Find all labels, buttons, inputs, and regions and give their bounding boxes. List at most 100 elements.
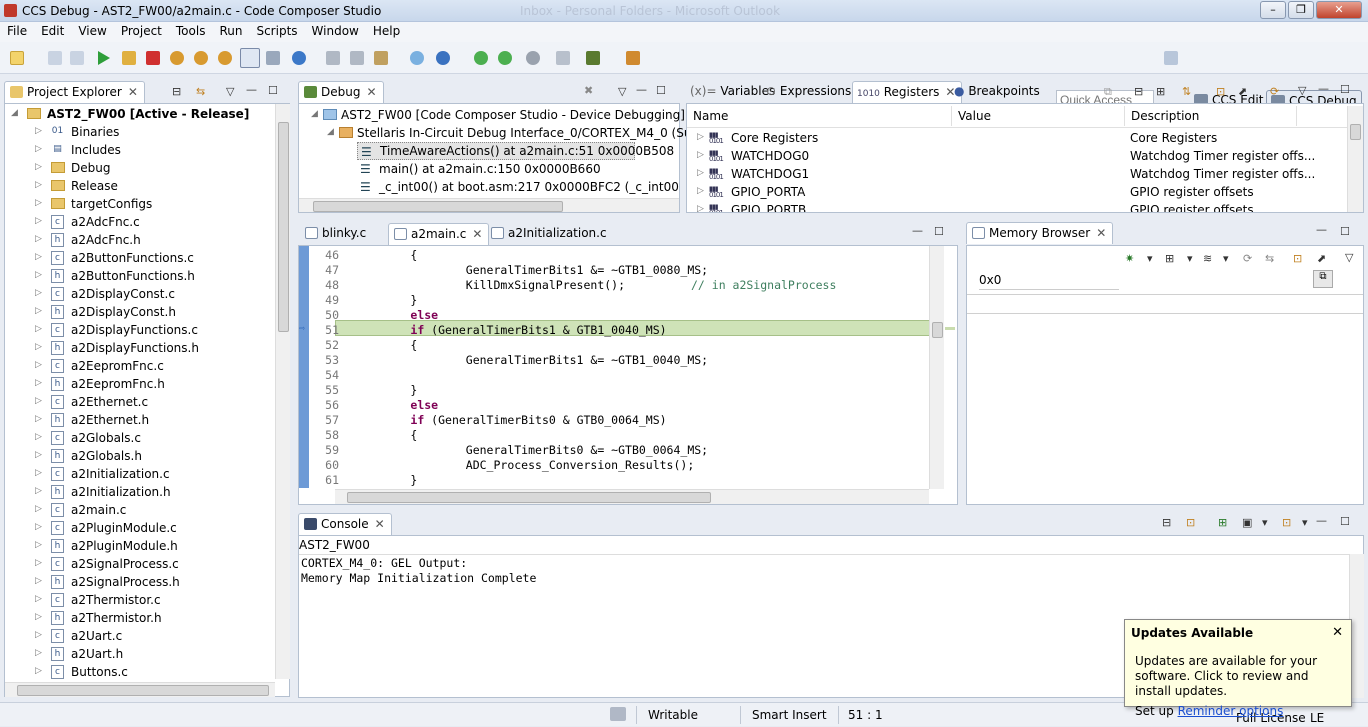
editor-vscroll[interactable]	[929, 246, 944, 489]
maximize-view-icon[interactable]: ☐	[268, 84, 278, 97]
expand-arrow-icon[interactable]: ▷	[35, 648, 43, 658]
run-icon[interactable]	[436, 51, 450, 65]
memory-import-icon[interactable]: ⊞	[1165, 252, 1174, 265]
expand-arrow-icon[interactable]: ◢	[311, 109, 319, 119]
expand-arrow-icon[interactable]: ▷	[697, 150, 704, 160]
tree-item[interactable]: ▷ c a2PluginModule.c	[5, 519, 275, 537]
tree-item[interactable]: ▷ Debug	[5, 159, 275, 177]
tree-item[interactable]: ▷ Release	[5, 177, 275, 195]
gear-icon[interactable]	[586, 51, 600, 65]
tree-item[interactable]: ▷ h a2Uart.h	[5, 645, 275, 663]
menu-edit[interactable]: Edit	[34, 22, 71, 38]
reset-icon[interactable]	[292, 51, 306, 65]
maximize-view-icon[interactable]: ☐	[1340, 515, 1350, 528]
minimize-view-icon[interactable]: —	[1318, 82, 1329, 95]
minimize-view-icon[interactable]: —	[1316, 514, 1327, 527]
hscroll-thumb[interactable]	[313, 201, 563, 212]
minimize-view-icon[interactable]: —	[1316, 223, 1327, 236]
toolbar-icon-b[interactable]: ⊟	[1134, 85, 1143, 98]
minimize-editor-icon[interactable]: —	[912, 224, 923, 237]
expand-arrow-icon[interactable]: ◢	[327, 127, 335, 137]
pin-view-icon[interactable]: ⬈	[1238, 85, 1247, 98]
tab-a2main-c[interactable]: a2main.c ✕	[388, 223, 490, 245]
tree-item[interactable]: ▷ ▤ Includes	[5, 141, 275, 159]
refresh-icon[interactable]	[498, 51, 512, 65]
memory-fill-icon[interactable]: ≋	[1203, 252, 1212, 265]
tree-item[interactable]: ▷ h a2Initialization.h	[5, 483, 275, 501]
hscroll-thumb[interactable]	[17, 685, 269, 696]
view-menu-icon[interactable]: ▽	[1298, 84, 1306, 97]
new-window-icon[interactable]: ⊡	[1216, 85, 1225, 98]
tree-item[interactable]: ▷ h a2Ethernet.h	[5, 411, 275, 429]
step-return-icon[interactable]	[218, 51, 232, 65]
tree-root[interactable]: ◢ AST2_FW00 [Active - Release]	[5, 105, 275, 123]
vscroll-thumb[interactable]	[1350, 124, 1361, 140]
tab-breakpoints[interactable]: ● Breakpoints	[950, 81, 1046, 103]
breakpoint-icon[interactable]	[350, 51, 364, 65]
expand-arrow-icon[interactable]: ▷	[35, 252, 43, 262]
tree-item[interactable]: ▷ c a2Ethernet.c	[5, 393, 275, 411]
column-description[interactable]: Description	[1125, 106, 1297, 126]
maximize-button[interactable]: ❐	[1288, 1, 1314, 19]
open-console-icon[interactable]: ⊡	[1282, 516, 1291, 529]
clear-console-icon[interactable]: ⊟	[1162, 516, 1171, 529]
maximize-view-icon[interactable]: ☐	[1340, 225, 1350, 238]
tab-memory-browser[interactable]: Memory Browser ✕	[966, 222, 1114, 244]
expand-arrow-icon[interactable]: ◢	[11, 108, 19, 118]
expand-arrow-icon[interactable]: ▷	[35, 414, 43, 424]
view-menu-icon[interactable]: ▽	[226, 85, 234, 98]
expand-arrow-icon[interactable]: ▷	[697, 186, 704, 196]
close-tab-icon[interactable]: ✕	[472, 227, 482, 241]
menu-view[interactable]: View	[71, 22, 113, 38]
expand-arrow-icon[interactable]: ▷	[35, 216, 43, 226]
tab-blinky-c[interactable]: blinky.c	[300, 223, 372, 245]
tab-registers[interactable]: 1010 Registers ✕	[852, 81, 963, 103]
dropdown-arrow-icon[interactable]: ▾	[1262, 516, 1268, 529]
menu-tools[interactable]: Tools	[169, 22, 213, 38]
tree-item[interactable]: ▷ h a2AdcFnc.h	[5, 231, 275, 249]
project-explorer-hscroll[interactable]	[5, 682, 275, 697]
menu-scripts[interactable]: Scripts	[249, 22, 304, 38]
tree-item[interactable]: ▷ c a2Uart.c	[5, 627, 275, 645]
expand-arrow-icon[interactable]: ▷	[35, 342, 43, 352]
expand-arrow-icon[interactable]: ▷	[35, 594, 43, 604]
menu-run[interactable]: Run	[212, 22, 249, 38]
close-tab-icon[interactable]: ✕	[1096, 226, 1106, 240]
expand-arrow-icon[interactable]: ▷	[697, 204, 704, 212]
tab-a2initialization-c[interactable]: a2Initialization.c	[486, 223, 613, 245]
tree-item[interactable]: ▷ c a2main.c	[5, 501, 275, 519]
expand-arrow-icon[interactable]: ▷	[697, 132, 704, 142]
tree-item[interactable]: ▷ c a2Initialization.c	[5, 465, 275, 483]
minimize-view-icon[interactable]: —	[246, 83, 257, 96]
tree-item[interactable]: ▷ h a2SignalProcess.h	[5, 573, 275, 591]
register-row[interactable]: ▷ ▮▮▮ 0101 WATCHDOG0 Watchdog Timer register…	[687, 147, 1347, 165]
resume-icon[interactable]	[98, 51, 110, 65]
close-tab-icon[interactable]: ✕	[375, 517, 385, 531]
expand-arrow-icon[interactable]: ▷	[35, 144, 43, 154]
stack-frame-1[interactable]: ☰ main() at a2main.c:150 0x0000B660	[357, 160, 679, 178]
dropdown-arrow-icon[interactable]: ▾	[1223, 252, 1229, 265]
memory-save-icon[interactable]: ✷	[1125, 252, 1134, 265]
debug-hscroll[interactable]	[299, 198, 679, 212]
instruction-stepping-icon[interactable]	[240, 48, 260, 68]
memory-address-input[interactable]	[979, 270, 1119, 290]
remove-terminated-icon[interactable]: ✖	[584, 84, 593, 97]
tree-item[interactable]: ▷ h a2DisplayFunctions.h	[5, 339, 275, 357]
editor-hscroll[interactable]	[335, 489, 929, 504]
stack-frame-2[interactable]: ☰ _c_int00() at boot.asm:217 0x0000BFC2 …	[357, 178, 679, 196]
pin-view-icon[interactable]: ⬈	[1317, 252, 1326, 265]
toolbar-icon-c[interactable]: ⊞	[1156, 85, 1165, 98]
tree-item[interactable]: ▷ c a2Globals.c	[5, 429, 275, 447]
expand-arrow-icon[interactable]: ▷	[35, 612, 43, 622]
view-menu-icon[interactable]: ▽	[1345, 251, 1353, 264]
connect-target-icon[interactable]	[266, 51, 280, 65]
save-all-icon[interactable]	[70, 51, 84, 65]
close-tab-icon[interactable]: ✕	[128, 85, 138, 99]
register-row[interactable]: ▷ ▮▮▮ 0101 GPIO_PORTA GPIO register offsets	[687, 183, 1347, 201]
expand-arrow-icon[interactable]: ▷	[35, 270, 43, 280]
new-window-icon[interactable]: ⊡	[1293, 252, 1302, 265]
pin-console-icon[interactable]: ⊞	[1218, 516, 1227, 529]
debug-icon[interactable]	[410, 51, 424, 65]
expand-arrow-icon[interactable]: ▷	[35, 576, 43, 586]
expand-arrow-icon[interactable]: ▷	[35, 432, 43, 442]
